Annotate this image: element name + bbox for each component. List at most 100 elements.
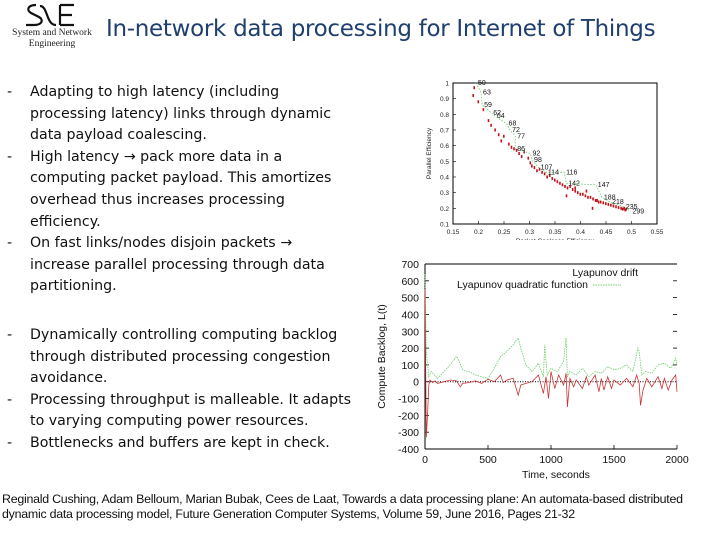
y-axis-label: Compute Backlog, L(t) [376, 304, 388, 408]
bullet-marker: - [7, 434, 13, 451]
scatter-point [592, 197, 594, 201]
scatter-point [597, 200, 600, 204]
efficiency-scatter-chart: 0.15 0.2 0.25 0.3 0.35 0.4 0.45 0.5 0.55 0.1 0.2 0.… [426, 80, 664, 240]
scatter-point [500, 139, 503, 143]
x-tick-label: 1500 [602, 454, 626, 466]
backlog-line-chart: 700 600 500 400 300 200 1000 -100 -200 -300 -4000 5… [376, 259, 689, 481]
scatter-point [503, 134, 505, 138]
bullet-text: Adapting to high latency (including proc… [30, 84, 332, 144]
x-axis-label: Packet Coalesce Efficiency [516, 238, 595, 240]
y-tick-label: -400 [398, 444, 419, 456]
data-label: 116 [566, 169, 577, 176]
bullet-text: High latency → pack more data in a compu… [30, 148, 332, 230]
y-tick-label: -100 [398, 394, 419, 406]
y-tick-label: 400 [401, 309, 419, 321]
scatter-point [473, 86, 476, 90]
y-tick-label: 0.4 [440, 175, 449, 182]
bullet-marker: - [7, 84, 13, 100]
reference-line1: Reginald Cushing, Adam Belloum, Marian B… [2, 492, 683, 506]
scatter-point [594, 199, 597, 202]
scatter-point [554, 178, 556, 182]
scatter-point [602, 201, 605, 205]
bullet-list-backlog: - Dynamically controlling computing backl… [0, 325, 355, 455]
x-tick-label: 0.45 [600, 229, 613, 236]
x-tick-label: 0.35 [549, 229, 562, 236]
scatter-point [531, 164, 533, 168]
x-tick-label: 500 [479, 454, 497, 466]
y-tick-label: -300 [398, 427, 419, 439]
x-tick-label: 0.15 [447, 229, 460, 236]
y-tick-label: 0.1 [440, 222, 449, 229]
x-tick-label: 0.4 [576, 229, 585, 236]
bullet-list-coalescing: - Adapting to high latency (including pro… [0, 82, 355, 298]
scatter-point [533, 166, 536, 170]
sne-logo: System and Network Engineering [2, 2, 102, 54]
scatter-point [579, 192, 582, 196]
bullet-item: - Dynamically controlling computing backl… [0, 325, 355, 390]
y-tick-label: 200 [401, 343, 419, 355]
x-tick-label: 0.2 [474, 229, 483, 236]
scatter-point [490, 123, 492, 127]
y-tick-label: 100 [401, 360, 419, 372]
y-tick-label: 0.8 [440, 112, 449, 119]
bullet-marker: - [7, 391, 13, 408]
scatter-point [565, 194, 568, 198]
data-label: 63 [483, 89, 491, 96]
y-tick-label: 1 [445, 81, 449, 88]
bullet-text: Processing throughput is malleable. It a… [30, 391, 352, 430]
reference-line2: dynamic data processing model, Future Ge… [2, 507, 575, 522]
x-tick-label: 2000 [665, 454, 689, 466]
bullet-marker: - [7, 148, 13, 165]
logo-line2: Engineering [28, 38, 76, 49]
scatter-point [556, 180, 559, 184]
scatter-point [551, 177, 554, 181]
bullet-text: Bottlenecks and buffers are kept in chec… [30, 434, 330, 451]
scatter-point [607, 202, 610, 206]
scatter-point [477, 100, 480, 104]
sne-logo-mark-icon [26, 3, 74, 27]
scatter-point [529, 161, 532, 165]
scatter-point [620, 206, 622, 210]
y-axis-label: Parallel Efficiency [426, 127, 433, 179]
x-tick-label: 0 [422, 454, 428, 466]
logo-line1: System and Network [12, 28, 92, 38]
y-tick-label: 0.3 [440, 190, 449, 197]
data-label: 86 [517, 146, 525, 153]
y-tick-label: 0.2 [440, 206, 449, 213]
bullet-item: - High latency → pack more data in a comp… [0, 147, 355, 233]
data-label: 59 [484, 102, 492, 109]
scatter-point [617, 206, 620, 210]
scatter-point [561, 183, 564, 187]
scatter-point [571, 188, 574, 192]
scatter-point [472, 94, 474, 98]
x-tick-label: 0.3 [525, 229, 534, 236]
y-tick-label: 600 [401, 276, 419, 288]
scatter-point [536, 169, 538, 173]
scatter-point [599, 200, 602, 204]
bullet-text: Dynamically controlling computing backlo… [30, 327, 338, 387]
x-tick-label: 0.5 [627, 229, 636, 236]
scatter-point [487, 119, 490, 123]
x-tick-label: 1000 [539, 454, 563, 466]
scatter-point [510, 145, 513, 149]
scatter-point [584, 194, 587, 198]
scatter-point [494, 128, 496, 132]
x-axis-label: Time, seconds [522, 469, 590, 481]
bullet-text: On fast links/nodes disjoin packets → in… [30, 235, 325, 295]
bullet-marker: - [7, 327, 13, 343]
y-tick-label: 0.9 [440, 96, 449, 103]
y-tick-label: 300 [401, 326, 419, 338]
data-label: 98 [534, 157, 542, 164]
data-label: 50 [478, 80, 486, 87]
scatter-point [513, 147, 515, 151]
scatter-point [543, 172, 546, 176]
scatter-point [527, 156, 530, 160]
scatter-point [621, 207, 624, 211]
y-tick-label: -200 [398, 410, 419, 422]
data-label: 77 [517, 133, 525, 140]
data-label: 114 [548, 169, 559, 176]
y-tick-label: 500 [401, 293, 419, 305]
scatter-point [564, 184, 566, 188]
scatter-point [605, 202, 607, 206]
y-tick-label: 700 [401, 259, 419, 271]
